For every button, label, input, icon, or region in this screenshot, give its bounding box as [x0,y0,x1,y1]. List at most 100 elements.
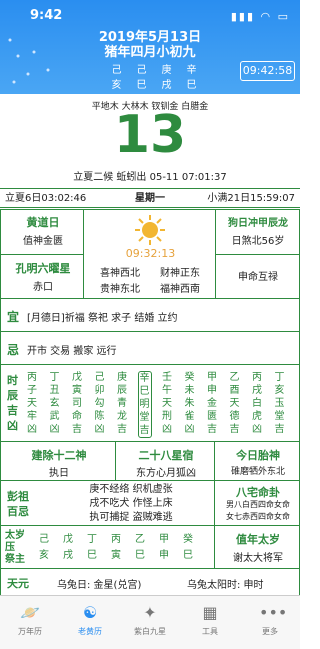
huangdao-value: 值神金匮 [23,236,63,247]
solar-terms-row: 立夏6日03:02:46 星期一 小满21日15:59:07 [0,188,300,208]
tab-laohuangli[interactable]: ☯ 老黄历 [60,596,120,649]
jianchu-value: 执日 [49,468,69,479]
tab-label: 紫白九星 [134,627,166,636]
shichen-char: 己 [94,372,105,383]
jieqi-line: 立夏二候 蚯蚓出 05-11 07:01:37 [73,172,227,183]
taisui-branch: 亥 [39,550,49,561]
taisui-branch: 巳 [135,550,145,561]
shichen-char: 龙 [117,411,127,422]
shichen-char: 乙 [229,372,240,383]
shichen-char: 玄 [49,398,60,409]
clock-button[interactable]: 09:42:58 [240,61,295,81]
pillar-bottom: 巳 [136,80,147,91]
shichen-column[interactable]: 丙子天牢凶 [25,371,39,436]
taisui-branch: 申 [159,550,169,561]
shichen-column[interactable]: 乙酉天德吉 [228,371,242,436]
ji-label: 忌 [7,343,20,357]
ganzhi-pillars: 己 己 庚 辛 亥 巳 戌 巳 [104,61,204,91]
taisui-stem: 丙 [111,534,121,545]
taisui-column: 己亥 [37,532,51,564]
pengzu-label: 彭祖 [7,490,29,503]
pengzu-line: 庚不经络 织机虚张 [89,484,173,495]
bazhai-line: 女七赤西四命女命 [226,512,290,521]
pillar-top: 庚 [161,65,172,76]
chong-title: 狗日冲甲辰龙 [228,218,288,229]
taisui-branch: 戌 [63,550,73,561]
taisui-label: 太 [5,530,15,541]
day-number: 13 [113,105,187,165]
shichen-char: 陈 [94,411,105,422]
zhinian-title: 值年太岁 [236,533,280,546]
bazhai-panel: 八宅命卦 男八白西四命女命 女七赤西四命女命 [214,480,300,526]
shichen-column[interactable]: 辛巳明堂吉 [137,371,152,438]
tab-wannianli[interactable]: 🪐 万年历 [0,596,60,649]
shichen-char: 辛 [139,373,150,384]
taisui-stem: 戊 [63,534,73,545]
next-term: 小满21日15:59:07 [207,193,295,204]
shichen-char: 酉 [229,385,240,396]
taisui-columns: 己亥戊戌丁巳丙寅乙巳甲申癸巳 [37,532,207,566]
shichen-column[interactable]: 丁亥玉堂吉 [273,371,287,436]
shichen-column[interactable]: 戊寅司命吉 [70,371,84,436]
god-xi: 喜神西北 [100,268,140,279]
xinghe-value: 申命互禄 [238,272,278,283]
shichen-char: 堂 [274,411,285,422]
left-info-panel: 黄道日 值神金匮 孔明六曜星 赤口 [0,209,84,299]
shichen-char: 命 [72,411,82,422]
pillar-top: 辛 [186,65,197,76]
shichen-char: 申 [207,385,217,396]
zhinian-panel: 值年太岁 谢太大将军 [214,525,300,569]
taisui-stem: 乙 [135,534,145,545]
shichen-char: 庚 [117,372,127,383]
shichen-char: 吉 [139,425,150,436]
tianyuan-left: 乌兔日: 金星(兑宫) [57,580,142,591]
taisui-branch: 寅 [111,550,121,561]
shichen-char: 丑 [49,385,60,396]
taisui-label: 主 [15,554,25,565]
taisui-branch: 巳 [87,550,97,561]
shichen-char: 白 [252,398,262,409]
shichen-char: 凶 [94,424,105,435]
tianyuan-label: 天元 [7,577,29,590]
star-grid-icon: ✦ [143,603,157,622]
shichen-column[interactable]: 壬午天刑凶 [160,371,174,436]
shichen-char: 玉 [274,398,285,409]
shichen-char: 雀 [184,411,195,422]
shichen-char: 午 [162,385,172,396]
taishen-value: 碓磨牺外东北 [230,467,285,477]
shichen-column[interactable]: 庚辰青龙吉 [115,371,129,436]
shichen-char: 德 [229,411,240,422]
shichen-char: 亥 [274,385,285,396]
pillar-top: 己 [111,65,122,76]
pengzu-line: 执可捕捉 盗贼难逃 [89,512,173,523]
shichen-char: 吉 [207,424,217,435]
shichen-char: 巳 [139,386,150,397]
shichen-column[interactable]: 己卯勾陈凶 [93,371,107,436]
tab-tools[interactable]: ▦ 工具 [180,596,240,649]
planet-icon: 🪐 [20,603,40,622]
grid-icon: ▦ [202,603,218,622]
status-icons: ▮▮▮ ◠ ▭ [230,10,290,23]
god-cai: 财神正东 [160,268,200,279]
kongming-title: 孔明六曜星 [15,262,71,275]
pillar-bottom: 戌 [161,80,172,91]
ji-row: 忌 开市 交易 搬家 远行 [0,331,300,365]
shichen-char: 未 [184,385,195,396]
shichen-char: 武 [49,411,60,422]
shichen-char: 凶 [49,424,60,435]
shichen-char: 凶 [27,424,37,435]
shichen-char: 吉 [72,424,82,435]
bazhai-title: 八宅命卦 [236,486,280,499]
shichen-char: 凶 [252,424,262,435]
shichen-column[interactable]: 癸未朱雀凶 [183,371,197,436]
taisui-column: 甲申 [157,532,171,564]
zhinian-value: 谢太大将军 [233,553,283,564]
taisui-stem: 己 [39,534,49,545]
shichen-char: 天 [27,398,37,409]
shichen-column[interactable]: 甲申金匮吉 [205,371,219,436]
tab-more[interactable]: ••• 更多 [240,596,300,649]
tab-label: 更多 [262,627,278,636]
tab-zibaijiuxing[interactable]: ✦ 紫白九星 [120,596,180,649]
shichen-column[interactable]: 丁丑玄武凶 [48,371,62,436]
shichen-column[interactable]: 丙戌白虎凶 [250,371,264,436]
